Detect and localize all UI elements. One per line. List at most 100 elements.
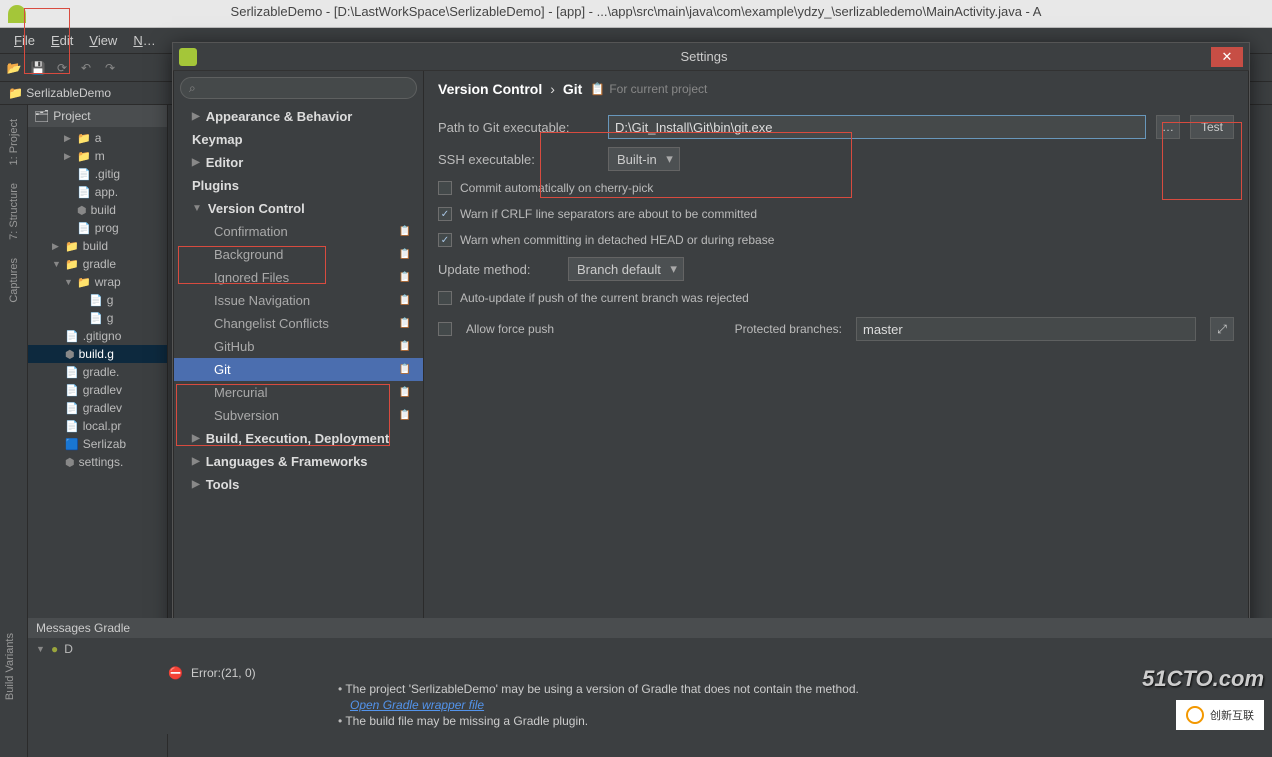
settings-category-ignored-files[interactable]: Ignored Files📋: [174, 266, 423, 289]
tree-label: build.g: [79, 347, 114, 361]
git-path-input[interactable]: [608, 115, 1146, 139]
tree-label: build: [83, 239, 108, 253]
messages-tab[interactable]: Messages Gradle: [28, 618, 1272, 638]
folder-icon: 📁: [77, 132, 91, 145]
tree-row[interactable]: 📄 app.: [28, 183, 167, 201]
tree-label: gradlev: [83, 401, 122, 415]
project-panel-header[interactable]: 🗂 Project: [28, 105, 167, 127]
checkbox-detached[interactable]: ✓: [438, 233, 452, 247]
settings-category-mercurial[interactable]: Mercurial📋: [174, 381, 423, 404]
gradle-icon: ⬢: [65, 456, 75, 469]
project-scope-icon: 📋: [399, 249, 411, 260]
settings-category-editor[interactable]: ▶Editor: [174, 151, 423, 174]
project-scope-icon: 📋: [399, 341, 411, 352]
tree-row[interactable]: 📄gradlev: [28, 381, 167, 399]
tree-row[interactable]: 📄.gitigno: [28, 327, 167, 345]
settings-category-list[interactable]: ▶Appearance & BehaviorKeymap▶EditorPlugi…: [174, 105, 423, 670]
settings-category-tools[interactable]: ▶Tools: [174, 473, 423, 496]
settings-category-git[interactable]: Git📋: [174, 358, 423, 381]
tree-row[interactable]: 📄g: [28, 291, 167, 309]
update-method-dropdown[interactable]: Branch default: [568, 257, 684, 281]
settings-category-subversion[interactable]: Subversion📋: [174, 404, 423, 427]
settings-category-github[interactable]: GitHub📋: [174, 335, 423, 358]
file-icon: 📄: [77, 168, 91, 181]
folder-icon: 📁: [77, 150, 91, 163]
tree-row[interactable]: ▶📁m: [28, 147, 167, 165]
settings-category-appearance-behavior[interactable]: ▶Appearance & Behavior: [174, 105, 423, 128]
error-location[interactable]: Error:(21, 0): [191, 666, 256, 680]
tree-row[interactable]: ⬢build.g: [28, 345, 167, 363]
settings-category-version-control[interactable]: ▼Version Control: [174, 197, 423, 220]
test-button[interactable]: Test: [1190, 115, 1234, 139]
tree-label: gradle: [83, 257, 116, 271]
checkbox-auto-update[interactable]: [438, 291, 452, 305]
settings-search-input[interactable]: ⌕: [180, 77, 417, 99]
tree-row[interactable]: ⬢build: [28, 201, 167, 219]
undo-icon[interactable]: ↶: [78, 60, 94, 76]
tree-label: g: [107, 293, 114, 307]
settings-category-background[interactable]: Background📋: [174, 243, 423, 266]
breadcrumb-root[interactable]: SerlizableDemo: [26, 86, 111, 100]
close-button[interactable]: ✕: [1211, 47, 1243, 67]
label-crlf: Warn if CRLF line separators are about t…: [460, 207, 757, 221]
tree-row[interactable]: ⬢settings.: [28, 453, 167, 471]
tree-row[interactable]: 📄gradle.: [28, 363, 167, 381]
file-icon: 📄: [77, 186, 91, 199]
settings-category-keymap[interactable]: Keymap: [174, 128, 423, 151]
ssh-dropdown[interactable]: Built-in: [608, 147, 680, 171]
file-icon: 📄: [65, 420, 79, 433]
protected-branches-input[interactable]: [856, 317, 1196, 341]
settings-category-languages-frameworks[interactable]: ▶Languages & Frameworks: [174, 450, 423, 473]
tree-row[interactable]: 📄g: [28, 309, 167, 327]
tree-row[interactable]: 🟦Serlizab: [28, 435, 167, 453]
breadcrumb-leaf[interactable]: Git: [563, 81, 582, 97]
open-icon[interactable]: 📂: [6, 60, 22, 76]
tree-row[interactable]: 📄gradlev: [28, 399, 167, 417]
tree-row[interactable]: 📄local.pr: [28, 417, 167, 435]
tree-label: a: [95, 131, 102, 145]
settings-category-plugins[interactable]: Plugins: [174, 174, 423, 197]
checkbox-cherry-pick[interactable]: [438, 181, 452, 195]
tree-row[interactable]: ▶📁build: [28, 237, 167, 255]
window-title: SerlizableDemo - [D:\LastWorkSpace\Serli…: [0, 4, 1272, 19]
project-tree[interactable]: ▶📁a▶📁m📄.gitig📄app.⬢build📄prog▶📁build▼📁gr…: [28, 127, 167, 473]
redo-icon[interactable]: ↷: [102, 60, 118, 76]
tool-captures-tab[interactable]: Captures: [8, 254, 20, 307]
expand-protected-button[interactable]: ⤢: [1210, 317, 1234, 341]
checkbox-force-push[interactable]: [438, 322, 452, 336]
settings-category-build-execution-deployment[interactable]: ▶Build, Execution, Deployment: [174, 427, 423, 450]
open-wrapper-link[interactable]: Open Gradle wrapper file: [350, 698, 484, 712]
file-icon: 📄: [77, 222, 91, 235]
settings-category-changelist-conflicts[interactable]: Changelist Conflicts📋: [174, 312, 423, 335]
tree-row[interactable]: ▼📁gradle: [28, 255, 167, 273]
path-label: Path to Git executable:: [438, 120, 598, 135]
iml-icon: 🟦: [65, 438, 79, 451]
settings-category-confirmation[interactable]: Confirmation📋: [174, 220, 423, 243]
breadcrumb-root[interactable]: Version Control: [438, 81, 542, 97]
menu-view[interactable]: View: [89, 33, 117, 48]
tree-row[interactable]: 📄 .gitig: [28, 165, 167, 183]
update-method-label: Update method:: [438, 262, 558, 277]
menu-navigate[interactable]: N…: [133, 33, 155, 48]
d-root[interactable]: D: [64, 642, 73, 656]
folder-icon: 📁: [65, 240, 79, 253]
collapse-icon[interactable]: ▼: [36, 644, 45, 654]
menu-file[interactable]: File: [14, 33, 35, 48]
settings-category-issue-navigation[interactable]: Issue Navigation📋: [174, 289, 423, 312]
build-variants-tab[interactable]: Build Variants: [4, 629, 16, 704]
tree-row[interactable]: ▼📁wrap: [28, 273, 167, 291]
tree-row[interactable]: ▶📁a: [28, 129, 167, 147]
tool-structure-tab[interactable]: 7: Structure: [8, 179, 20, 244]
tool-project-tab[interactable]: 1: Project: [8, 115, 20, 169]
save-icon[interactable]: 💾: [30, 60, 46, 76]
settings-titlebar: Settings ✕: [173, 43, 1249, 71]
browse-button[interactable]: …: [1156, 115, 1180, 139]
tree-row[interactable]: 📄prog: [28, 219, 167, 237]
checkbox-crlf[interactable]: ✓: [438, 207, 452, 221]
tree-label: gradle.: [83, 365, 120, 379]
tree-label: .gitig: [95, 167, 120, 181]
sync-icon[interactable]: ⟳: [54, 60, 70, 76]
tree-label: app.: [95, 185, 118, 199]
tree-label: m: [95, 149, 105, 163]
menu-edit[interactable]: Edit: [51, 33, 73, 48]
